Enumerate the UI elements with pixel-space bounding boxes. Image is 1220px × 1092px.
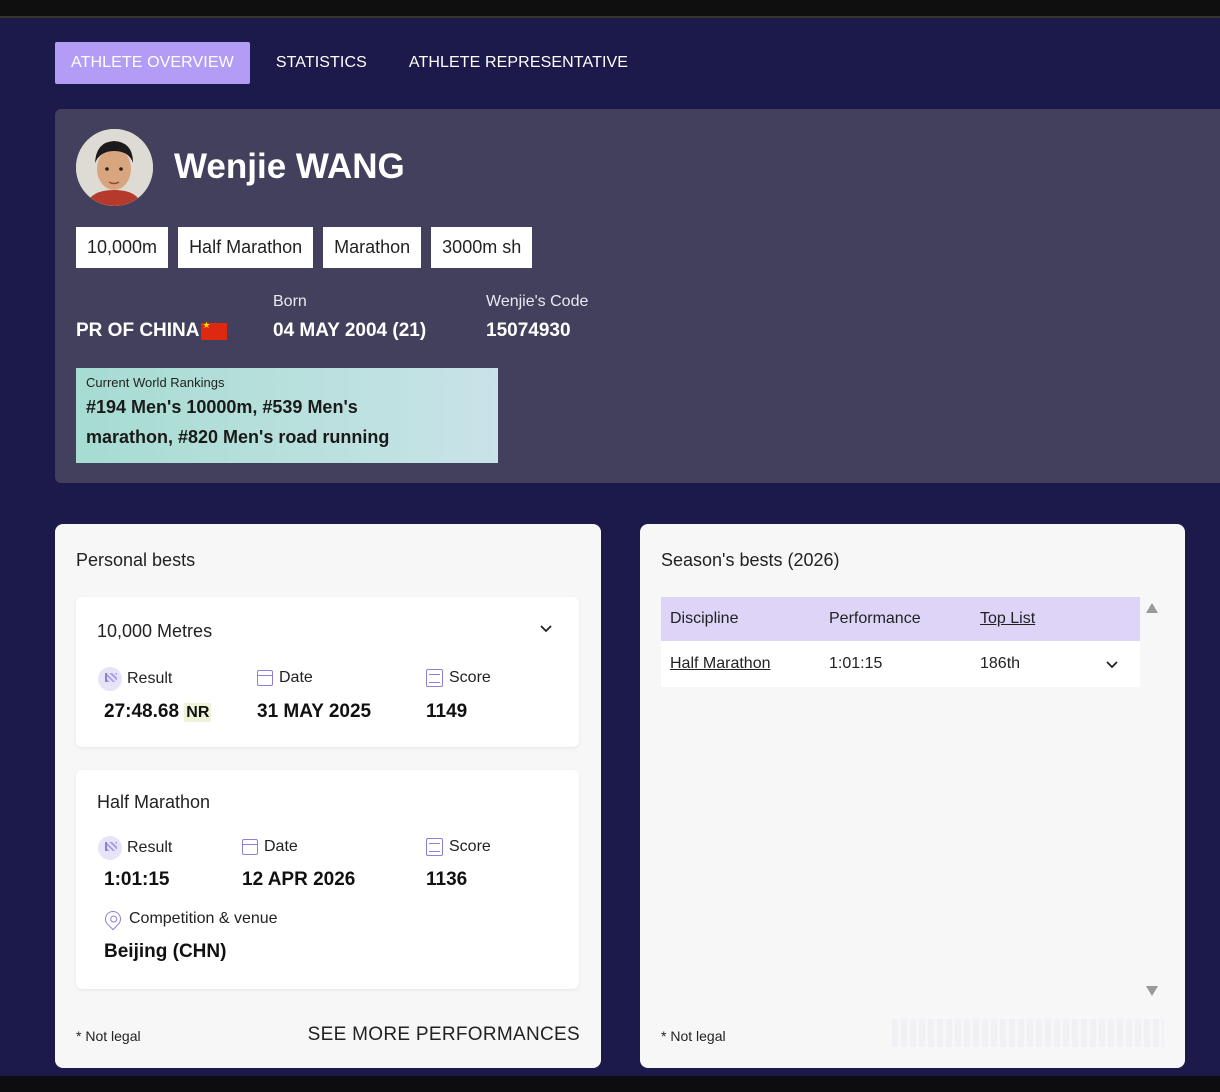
score-icon <box>426 669 443 687</box>
see-more-performances-link[interactable]: SEE MORE PERFORMANCES <box>308 1024 580 1046</box>
discipline-chips: 10,000m Half Marathon Marathon 3000m sh <box>76 227 542 268</box>
date-label-text: Date <box>264 838 298 855</box>
table-row[interactable]: Half Marathon 1:01:15 186th <box>661 641 1140 687</box>
performance-cell: 1:01:15 <box>829 655 883 672</box>
result-label: Result <box>98 667 173 691</box>
code-label: Wenjie's Code <box>486 293 589 310</box>
table-header: Discipline Performance Top List <box>661 597 1140 641</box>
discipline-chip[interactable]: Marathon <box>323 227 422 268</box>
tab-statistics[interactable]: STATISTICS <box>260 42 383 84</box>
score-label-text: Score <box>449 669 491 686</box>
column-header-performance: Performance <box>829 610 921 627</box>
not-legal-footnote: * Not legal <box>661 1028 726 1044</box>
result-label-text: Result <box>127 839 173 856</box>
flag-icon <box>98 667 122 691</box>
chevron-down-icon[interactable] <box>539 621 553 638</box>
born-value: 04 MAY 2004 (21) <box>273 320 427 341</box>
personal-bests-panel: Personal bests 10,000 Metres Result 27:4… <box>55 524 601 1068</box>
score-value: 1136 <box>426 869 468 890</box>
date-label: Date <box>242 838 298 856</box>
score-label: Score <box>426 838 491 856</box>
column-header-top-list[interactable]: Top List <box>980 610 1100 628</box>
not-legal-footnote: * Not legal <box>76 1028 141 1044</box>
athlete-profile-card: Wenjie WANG 10,000m Half Marathon Marath… <box>55 109 1220 483</box>
date-value: 12 APR 2026 <box>242 869 356 890</box>
window-bottom-bar <box>0 1076 1220 1092</box>
athlete-name: Wenjie WANG <box>174 147 405 186</box>
location-pin-icon <box>101 907 125 931</box>
flag-icon <box>98 836 122 860</box>
pb-event-name: 10,000 Metres <box>97 621 213 641</box>
athlete-country: PR OF CHINA <box>76 320 227 342</box>
china-flag-icon <box>200 320 227 340</box>
athlete-tabs: ATHLETE OVERVIEW STATISTICS ATHLETE REPR… <box>55 42 644 84</box>
date-value: 31 MAY 2025 <box>257 701 372 722</box>
column-header-discipline: Discipline <box>670 610 739 627</box>
world-rankings-box: Current World Rankings #194 Men's 10000m… <box>76 368 498 463</box>
tab-athlete-representative[interactable]: ATHLETE REPRESENTATIVE <box>393 42 644 84</box>
chevron-down-icon[interactable] <box>1105 657 1119 674</box>
score-label-text: Score <box>449 838 491 855</box>
calendar-icon <box>257 670 273 686</box>
discipline-chip[interactable]: 3000m sh <box>431 227 533 268</box>
code-value: 15074930 <box>486 320 571 341</box>
blurred-watermark <box>892 1019 1164 1047</box>
panel-title: Season's bests (2026) <box>661 550 840 570</box>
score-label: Score <box>426 669 491 687</box>
date-label: Date <box>257 669 313 687</box>
result-label: Result <box>98 836 173 860</box>
venue-label: Competition & venue <box>101 907 278 931</box>
avatar <box>76 129 153 206</box>
rankings-line: #194 Men's 10000m, #539 Men's <box>86 397 358 417</box>
rankings-label: Current World Rankings <box>86 375 225 390</box>
result-label-text: Result <box>127 670 173 687</box>
window-top-bar <box>0 0 1220 18</box>
venue-label-text: Competition & venue <box>129 910 278 927</box>
result-value: 27:48.68 NR <box>104 701 212 723</box>
born-label: Born <box>273 293 307 310</box>
top-list-cell: 186th <box>980 655 1021 672</box>
country-name: PR OF CHINA <box>76 320 200 341</box>
result-time: 27:48.68 <box>104 701 180 722</box>
season-bests-panel: Season's bests (2026) Discipline Perform… <box>640 524 1185 1068</box>
scroll-up-arrow-icon[interactable] <box>1145 602 1159 617</box>
pb-card-10000m[interactable]: 10,000 Metres Result 27:48.68 NR Date 31… <box>76 597 579 747</box>
rankings-text: #194 Men's 10000m, #539 Men's marathon, … <box>86 392 488 452</box>
discipline-chip[interactable]: 10,000m <box>76 227 169 268</box>
score-icon <box>426 838 443 856</box>
season-bests-table: Discipline Performance Top List Half Mar… <box>661 597 1140 687</box>
discipline-link[interactable]: Half Marathon <box>670 655 771 672</box>
discipline-chip[interactable]: Half Marathon <box>178 227 314 268</box>
pb-card-half-marathon[interactable]: Half Marathon Result 1:01:15 Date 12 APR… <box>76 770 579 989</box>
calendar-icon <box>242 839 258 855</box>
rankings-line: marathon, #820 Men's road running <box>86 427 390 447</box>
venue-value: Beijing (CHN) <box>104 941 227 962</box>
tab-athlete-overview[interactable]: ATHLETE OVERVIEW <box>55 42 250 84</box>
pb-event-name: Half Marathon <box>97 792 211 812</box>
panel-title: Personal bests <box>76 550 196 570</box>
result-value: 1:01:15 <box>104 869 170 890</box>
score-value: 1149 <box>426 701 468 722</box>
date-label-text: Date <box>279 669 313 686</box>
scroll-down-arrow-icon[interactable] <box>1145 985 1159 1000</box>
national-record-badge: NR <box>184 703 212 722</box>
